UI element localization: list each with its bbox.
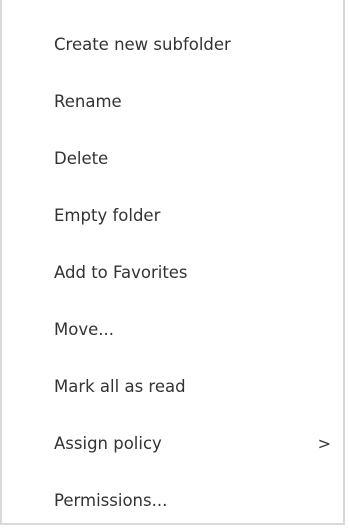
- menu-item-assign-policy[interactable]: Assign policy >: [2, 415, 343, 472]
- menu-item-label: Create new subfolder: [54, 35, 231, 54]
- menu-item-create-new-subfolder[interactable]: Create new subfolder: [2, 16, 343, 73]
- folder-context-menu: Create new subfolder Rename Delete Empty…: [0, 0, 345, 525]
- menu-item-label: Move...: [54, 320, 114, 339]
- menu-item-label: Mark all as read: [54, 377, 186, 396]
- menu-item-label: Delete: [54, 149, 109, 168]
- menu-item-label: Assign policy: [54, 434, 162, 453]
- menu-item-label: Add to Favorites: [54, 263, 188, 282]
- menu-item-label: Empty folder: [54, 206, 161, 225]
- menu-item-mark-all-as-read[interactable]: Mark all as read: [2, 358, 343, 415]
- menu-item-label: Rename: [54, 92, 122, 111]
- chevron-right-icon: >: [317, 434, 331, 453]
- menu-item-rename[interactable]: Rename: [2, 73, 343, 130]
- menu-item-add-to-favorites[interactable]: Add to Favorites: [2, 244, 343, 301]
- menu-item-move[interactable]: Move...: [2, 301, 343, 358]
- menu-item-empty-folder[interactable]: Empty folder: [2, 187, 343, 244]
- menu-item-label: Permissions...: [54, 491, 168, 510]
- menu-item-permissions[interactable]: Permissions...: [2, 472, 343, 529]
- menu-item-delete[interactable]: Delete: [2, 130, 343, 187]
